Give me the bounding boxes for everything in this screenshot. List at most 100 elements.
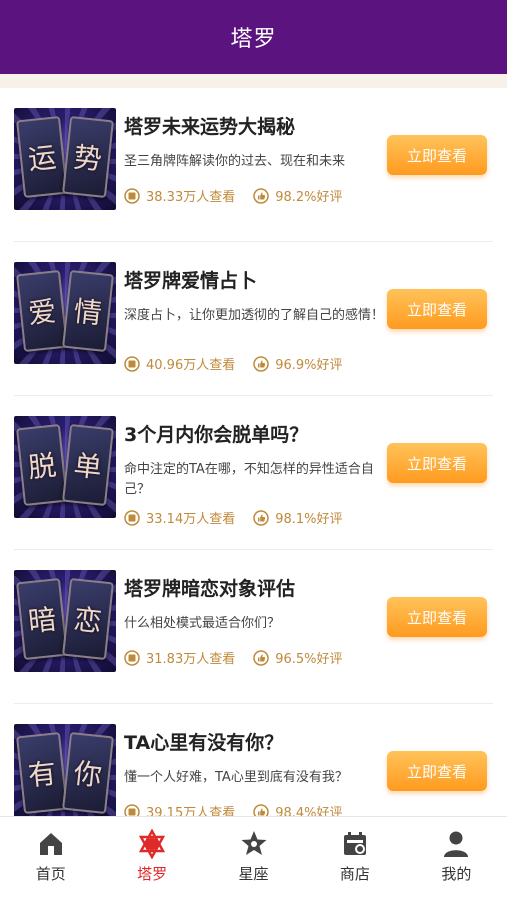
card-character: 单 — [72, 448, 104, 485]
views-count: 33.14万人查看 — [146, 512, 236, 527]
view-now-button[interactable]: 立即查看 — [387, 135, 487, 175]
rating-value: 98.4%好评 — [275, 806, 343, 816]
list-item[interactable]: 有 你 TA心里有没有你？ 懂一个人好难，TA心里到底有没有我？ 39.15万人… — [14, 704, 493, 816]
tarot-card-left: 脱 — [16, 423, 68, 507]
shop-icon — [343, 832, 366, 855]
list-item[interactable]: 爱 情 塔罗牌爱情占卜 深度占卜，让你更加透彻的了解自己的感情！ 40.96万人… — [14, 242, 493, 396]
tab-home[interactable]: 首页 — [0, 817, 101, 900]
item-description: 圣三角牌阵解读你的过去、现在和未来 — [124, 154, 346, 169]
rating-stat: 96.5%好评 — [253, 648, 343, 667]
page-title: 塔罗 — [230, 27, 277, 52]
card-character: 爱 — [26, 294, 58, 331]
tarot-thumbnail[interactable]: 运 势 — [14, 108, 116, 210]
views-stat: 38.33万人查看 — [124, 186, 235, 205]
tab-label: 星座 — [238, 865, 269, 883]
thumbs-up-icon — [253, 803, 269, 816]
views-icon — [124, 187, 140, 204]
rating-value: 96.5%好评 — [275, 652, 343, 667]
rating-value: 98.2%好评 — [275, 190, 343, 205]
tab-zodiac[interactable]: 星座 — [203, 817, 304, 900]
views-stat: 33.14万人查看 — [124, 508, 235, 527]
tarot-thumbnail[interactable]: 爱 情 — [14, 262, 116, 364]
thumbs-up-icon — [253, 187, 269, 204]
item-stats: 33.14万人查看 98.1%好评 — [124, 508, 361, 527]
thumbs-up-icon — [253, 649, 269, 666]
rating-stat: 98.4%好评 — [253, 802, 343, 816]
item-title[interactable]: 塔罗牌暗恋对象评估 — [124, 574, 295, 601]
tarot-card-left: 有 — [16, 731, 68, 815]
zodiac-icon — [241, 831, 267, 855]
tarot-thumbnail[interactable]: 脱 单 — [14, 416, 116, 518]
tarot-card-right: 情 — [62, 269, 114, 353]
card-character: 恋 — [72, 602, 104, 639]
item-description: 懂一个人好难，TA心里到底有没有我？ — [124, 770, 348, 785]
tarot-card-right: 单 — [62, 423, 114, 507]
tarot-icon — [138, 829, 166, 859]
card-character: 运 — [26, 140, 58, 177]
card-character: 暗 — [26, 602, 58, 639]
rating-stat: 98.1%好评 — [253, 508, 343, 527]
views-count: 31.83万人查看 — [146, 652, 236, 667]
card-character: 有 — [26, 756, 58, 793]
view-now-button[interactable]: 立即查看 — [387, 751, 487, 791]
app-header: 塔罗 — [0, 0, 507, 74]
item-title[interactable]: 塔罗未来运势大揭秘 — [124, 112, 295, 139]
tarot-card-right: 恋 — [62, 577, 114, 661]
views-count: 39.15万人查看 — [146, 806, 236, 816]
card-character: 脱 — [26, 448, 58, 485]
list-item[interactable]: 运 势 塔罗未来运势大揭秘 圣三角牌阵解读你的过去、现在和未来 38.33万人查… — [14, 88, 493, 242]
tab-label: 我的 — [441, 865, 472, 883]
item-description: 命中注定的TA在哪，不知怎样的异性适合自己？ — [124, 462, 374, 497]
item-title[interactable]: 塔罗牌爱情占卜 — [124, 266, 257, 293]
card-character: 你 — [72, 756, 104, 793]
tarot-card-right: 势 — [62, 115, 114, 199]
tab-label: 首页 — [35, 865, 66, 883]
profile-icon — [444, 831, 469, 857]
list-item[interactable]: 暗 恋 塔罗牌暗恋对象评估 什么相处模式最适合你们？ 31.83万人查看 96.… — [14, 550, 493, 704]
tarot-card-right: 你 — [62, 731, 114, 815]
rating-stat: 98.2%好评 — [253, 186, 343, 205]
item-title[interactable]: 3个月内你会脱单吗？ — [124, 420, 308, 447]
tarot-card-left: 爱 — [16, 269, 68, 353]
views-icon — [124, 509, 140, 526]
rating-stat: 96.9%好评 — [253, 354, 343, 373]
item-stats: 40.96万人查看 96.9%好评 — [124, 354, 361, 373]
list-item[interactable]: 脱 单 3个月内你会脱单吗？ 命中注定的TA在哪，不知怎样的异性适合自己？ 33… — [14, 396, 493, 550]
view-now-button[interactable]: 立即查看 — [387, 289, 487, 329]
tab-label: 塔罗 — [137, 865, 168, 883]
tarot-card-left: 运 — [16, 115, 68, 199]
home-icon — [39, 833, 62, 855]
tab-shop[interactable]: 商店 — [304, 817, 405, 900]
card-character: 势 — [72, 140, 104, 177]
rating-value: 96.9%好评 — [275, 358, 343, 373]
item-title[interactable]: TA心里有没有你？ — [124, 728, 283, 755]
rating-value: 98.1%好评 — [275, 512, 343, 527]
views-count: 40.96万人查看 — [146, 358, 236, 373]
views-count: 38.33万人查看 — [146, 190, 236, 205]
reading-list[interactable]: 运 势 塔罗未来运势大揭秘 圣三角牌阵解读你的过去、现在和未来 38.33万人查… — [0, 88, 507, 816]
header-divider-strip — [0, 74, 507, 88]
item-stats: 39.15万人查看 98.4%好评 — [124, 802, 361, 816]
item-stats: 31.83万人查看 96.5%好评 — [124, 648, 361, 667]
view-now-button[interactable]: 立即查看 — [387, 597, 487, 637]
tab-label: 商店 — [339, 865, 370, 883]
card-character: 情 — [72, 294, 104, 331]
views-stat: 40.96万人查看 — [124, 354, 235, 373]
views-icon — [124, 649, 140, 666]
bottom-tab-bar: 首页 塔罗 星座 商店 我的 — [0, 816, 507, 900]
tarot-card-left: 暗 — [16, 577, 68, 661]
views-stat: 39.15万人查看 — [124, 802, 235, 816]
view-now-button[interactable]: 立即查看 — [387, 443, 487, 483]
views-icon — [124, 355, 140, 372]
views-icon — [124, 803, 140, 816]
item-stats: 38.33万人查看 98.2%好评 — [124, 186, 361, 205]
thumbs-up-icon — [253, 355, 269, 372]
tab-tarot[interactable]: 塔罗 — [101, 817, 202, 900]
tarot-thumbnail[interactable]: 有 你 — [14, 724, 116, 816]
item-description: 深度占卜，让你更加透彻的了解自己的感情！ — [124, 308, 385, 323]
views-stat: 31.83万人查看 — [124, 648, 235, 667]
tab-profile[interactable]: 我的 — [406, 817, 507, 900]
tarot-thumbnail[interactable]: 暗 恋 — [14, 570, 116, 672]
thumbs-up-icon — [253, 509, 269, 526]
item-description: 什么相处模式最适合你们？ — [124, 616, 281, 631]
